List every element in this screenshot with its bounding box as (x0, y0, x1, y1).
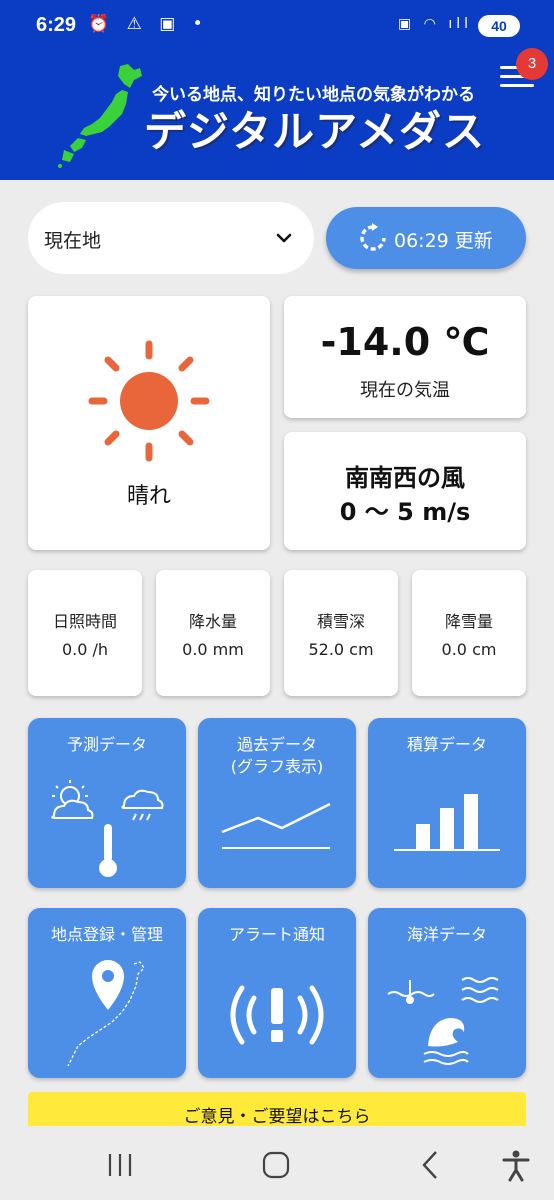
signal-icons: ▣ ◠ ıll (397, 16, 472, 32)
tile-label: 過去データ (グラフ表示) (198, 734, 356, 778)
notification-icons: ⏰ ⚠ ▣ • (88, 14, 209, 34)
battery-icon: 40 (478, 15, 520, 37)
tile-ocean-data[interactable]: 海洋データ (368, 908, 526, 1078)
wind-card: 南南西の風 0 ～ 5 m/s (284, 432, 526, 550)
system-nav-bar (0, 1126, 554, 1200)
tile-cumulative-data[interactable]: 積算データ (368, 718, 526, 888)
temperature-label: 現在の気温 (360, 380, 450, 401)
tile-past-data[interactable]: 過去データ (グラフ表示) (198, 718, 356, 888)
stat-card-snowfall: 降雪量 0.0 cm (412, 570, 526, 696)
temperature-value: -14.0 ℃ (320, 320, 490, 364)
forecast-icon (51, 780, 164, 877)
feedback-label: ご意見・ご要望はこちら (183, 1107, 371, 1127)
update-button-label: 06:29 更新 (394, 230, 493, 252)
stat-card-sunshine: 日照時間 0.0 /h (28, 570, 142, 696)
status-bar: 6:29 ⏰ ⚠ ▣ • ▣ ◠ ıll 40 (0, 0, 554, 52)
stat-label: 日照時間 (52, 612, 117, 631)
tile-label-line1: 過去データ (236, 735, 317, 754)
tile-label: 海洋データ (406, 925, 487, 944)
ocean-icon (387, 977, 499, 1065)
stat-value: 52.0 cm (308, 640, 374, 659)
stat-label: 降雪量 (444, 612, 493, 631)
location-select-value: 現在地 (44, 230, 102, 252)
chevron-down-icon (276, 233, 292, 243)
recent-apps-icon[interactable] (100, 1148, 140, 1182)
tile-label: 予測データ (66, 735, 147, 754)
accessibility-icon[interactable] (496, 1148, 536, 1182)
stat-card-snow-depth: 積雪深 52.0 cm (284, 570, 398, 696)
wind-direction: 南南西の風 (345, 464, 465, 492)
stat-value: 0.0 cm (441, 640, 497, 659)
weather-condition: 晴れ (126, 484, 171, 509)
sun-icon (88, 340, 210, 462)
stat-card-precipitation: 降水量 0.0 mm (156, 570, 270, 696)
tile-label-line2: (グラフ表示) (230, 757, 324, 776)
home-icon[interactable] (256, 1148, 296, 1182)
tile-location-management[interactable]: 地点登録・管理 (28, 908, 186, 1078)
stat-value: 0.0 /h (61, 640, 109, 659)
wind-speed: 0 ～ 5 m/s (339, 498, 471, 526)
weather-condition-card: 晴れ (28, 296, 270, 550)
refresh-icon (360, 223, 386, 251)
stat-label: 積雪深 (316, 612, 365, 631)
line-graph-icon (221, 802, 331, 849)
map-pin-icon (67, 960, 145, 1067)
stat-value: 0.0 mm (182, 640, 244, 659)
hamburger-line (500, 84, 534, 87)
tile-forecast-data[interactable]: 予測データ (28, 718, 186, 888)
bar-graph-icon (394, 794, 500, 851)
app-header: 6:29 ⏰ ⚠ ▣ • ▣ ◠ ıll 40 今いる地点、知りたい地点の気象が… (0, 0, 554, 180)
alert-icon (230, 985, 324, 1045)
tile-label: アラート通知 (228, 925, 325, 944)
tile-alert-notification[interactable]: アラート通知 (198, 908, 356, 1078)
tile-label: 積算データ (406, 735, 487, 754)
status-time: 6:29 (36, 14, 77, 36)
app-title: デジタルアメダス (144, 107, 486, 156)
tile-label: 地点登録・管理 (50, 925, 163, 944)
back-icon[interactable] (410, 1148, 450, 1182)
stat-label: 降水量 (188, 612, 237, 631)
temperature-card: -14.0 ℃ 現在の気温 (284, 296, 526, 418)
notification-badge: 3 (516, 48, 548, 80)
location-select[interactable]: 現在地 (28, 202, 314, 274)
update-button[interactable]: 06:29 更新 (326, 207, 526, 269)
